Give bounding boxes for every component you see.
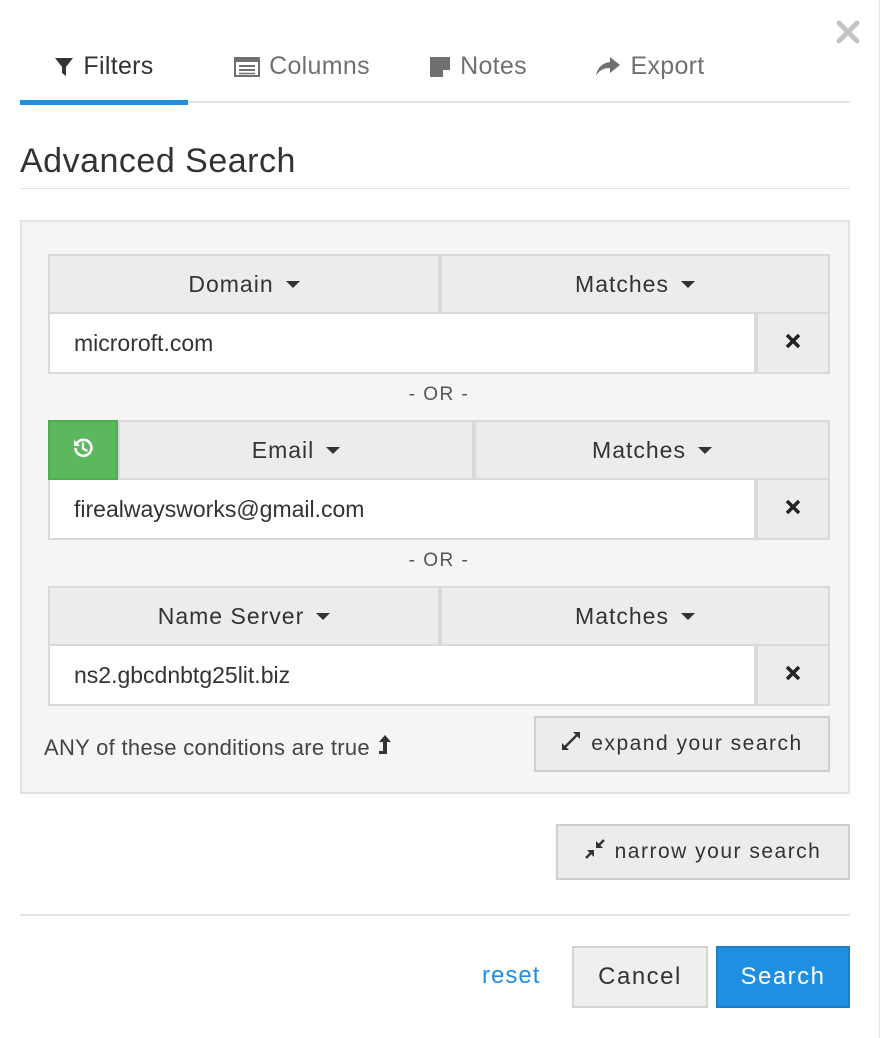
- close-icon: [785, 333, 801, 354]
- caret-down-icon: [697, 446, 712, 454]
- tab-label: Export: [630, 52, 705, 80]
- close-icon: [785, 499, 801, 520]
- field-label: Email: [251, 436, 315, 463]
- caret-down-icon: [680, 280, 695, 288]
- condition-header: Email Matches: [48, 420, 830, 480]
- condition-header: Domain Matches: [48, 254, 830, 314]
- tab-label: Notes: [460, 52, 527, 80]
- logic-text: ANY of these conditions are true: [44, 735, 370, 760]
- narrow-label: narrow your search: [614, 840, 822, 863]
- condition-value-input[interactable]: [48, 646, 756, 706]
- operator-dropdown[interactable]: Matches: [474, 420, 830, 480]
- caret-down-icon: [316, 612, 331, 620]
- notes-icon: [429, 56, 451, 78]
- search-button[interactable]: Search: [716, 946, 850, 1008]
- condition-value-input[interactable]: [48, 480, 756, 540]
- operator-dropdown[interactable]: Matches: [440, 586, 830, 646]
- filter-icon: [54, 56, 74, 78]
- tab-label: Filters: [83, 52, 154, 80]
- tab-label: Columns: [269, 52, 370, 80]
- remove-condition-button[interactable]: [756, 314, 830, 374]
- expand-search-button[interactable]: expand your search: [534, 716, 830, 772]
- columns-icon: [234, 56, 261, 77]
- caret-down-icon: [285, 280, 300, 288]
- caret-down-icon: [680, 612, 695, 620]
- field-label: Name Server: [157, 602, 305, 629]
- footer-divider: [20, 914, 850, 916]
- advanced-search-modal: Filters Columns Notes Export Advanced Se…: [0, 0, 880, 1038]
- tab-columns[interactable]: Columns: [212, 30, 392, 103]
- history-icon: [72, 437, 94, 464]
- reset-link[interactable]: reset: [482, 962, 540, 990]
- close-icon: [785, 665, 801, 686]
- condition-value-row: [48, 646, 830, 706]
- operator-label: Matches: [592, 436, 686, 463]
- tab-filters[interactable]: Filters: [20, 30, 188, 105]
- condition-value-row: [48, 314, 830, 374]
- narrow-search-button[interactable]: narrow your search: [556, 824, 850, 880]
- field-dropdown[interactable]: Name Server: [48, 586, 440, 646]
- operator-label: Matches: [575, 602, 669, 629]
- conditions-panel: Domain Matches - OR -: [20, 220, 850, 794]
- compress-icon: [584, 839, 605, 865]
- field-label: Domain: [188, 270, 274, 297]
- level-up-icon: [378, 734, 392, 762]
- or-separator: - OR -: [408, 550, 470, 571]
- operator-dropdown[interactable]: Matches: [440, 254, 830, 314]
- remove-condition-button[interactable]: [756, 646, 830, 706]
- history-button[interactable]: [48, 420, 118, 480]
- field-dropdown[interactable]: Email: [118, 420, 474, 480]
- tab-export[interactable]: Export: [582, 30, 718, 103]
- condition-value-input[interactable]: [48, 314, 756, 374]
- condition-value-row: [48, 480, 830, 540]
- tab-notes[interactable]: Notes: [416, 30, 540, 103]
- expand-icon: [561, 731, 581, 757]
- logic-toggle[interactable]: ANY of these conditions are true: [44, 734, 392, 762]
- caret-down-icon: [326, 446, 341, 454]
- share-arrow-icon: [595, 56, 621, 78]
- or-separator: - OR -: [408, 384, 470, 405]
- title-divider: [20, 188, 850, 189]
- operator-label: Matches: [575, 270, 669, 297]
- condition-header: Name Server Matches: [48, 586, 830, 646]
- cancel-button[interactable]: Cancel: [572, 946, 708, 1008]
- tab-bar: Filters Columns Notes Export: [20, 30, 850, 105]
- field-dropdown[interactable]: Domain: [48, 254, 440, 314]
- expand-label: expand your search: [591, 732, 803, 755]
- remove-condition-button[interactable]: [756, 480, 830, 540]
- page-title: Advanced Search: [20, 142, 296, 180]
